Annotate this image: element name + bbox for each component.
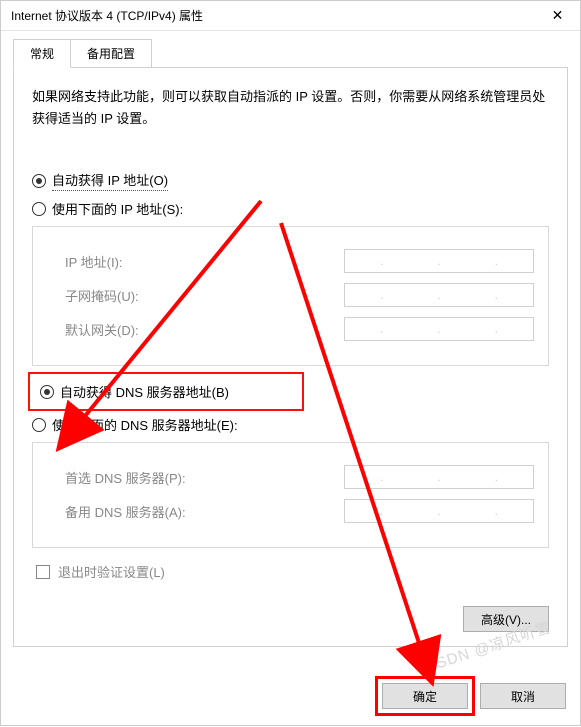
dns-fields-group: 首选 DNS 服务器(P): ... 备用 DNS 服务器(A): ... xyxy=(32,442,549,548)
tab-panel-general: 如果网络支持此功能，则可以获取自动指派的 IP 设置。否则，你需要从网络系统管理… xyxy=(13,67,568,647)
gateway-input[interactable]: ... xyxy=(344,317,534,341)
radio-auto-ip[interactable]: 自动获得 IP 地址(O) xyxy=(32,170,549,191)
radio-icon xyxy=(32,418,46,432)
radio-icon xyxy=(32,174,46,188)
close-icon: ✕ xyxy=(552,7,564,24)
radio-icon xyxy=(40,385,54,399)
field-subnet: 子网掩码(U): ... xyxy=(65,283,534,307)
close-button[interactable]: ✕ xyxy=(535,1,580,31)
radio-manual-ip[interactable]: 使用下面的 IP 地址(S): xyxy=(32,199,549,218)
tab-alternate[interactable]: 备用配置 xyxy=(70,39,152,68)
tab-general-label: 常规 xyxy=(30,47,54,61)
validate-label: 退出时验证设置(L) xyxy=(58,562,165,581)
content-area: 常规 备用配置 如果网络支持此功能，则可以获取自动指派的 IP 设置。否则，你需… xyxy=(1,31,580,725)
dialog-window: Internet 协议版本 4 (TCP/IPv4) 属性 ✕ 常规 备用配置 … xyxy=(0,0,581,726)
alternate-dns-input[interactable]: ... xyxy=(344,499,534,523)
cancel-button-label: 取消 xyxy=(511,688,535,705)
radio-manual-dns-label: 使用下面的 DNS 服务器地址(E): xyxy=(52,415,238,434)
tab-alternate-label: 备用配置 xyxy=(87,47,135,61)
field-preferred-dns: 首选 DNS 服务器(P): ... xyxy=(65,465,534,489)
ok-button-label: 确定 xyxy=(413,688,437,705)
gateway-label: 默认网关(D): xyxy=(65,320,139,339)
validate-on-exit-checkbox[interactable]: 退出时验证设置(L) xyxy=(36,562,549,581)
tab-strip: 常规 备用配置 xyxy=(13,39,568,68)
radio-icon xyxy=(32,202,46,216)
radio-auto-ip-label: 自动获得 IP 地址(O) xyxy=(52,170,168,191)
field-gateway: 默认网关(D): ... xyxy=(65,317,534,341)
alternate-dns-label: 备用 DNS 服务器(A): xyxy=(65,502,186,521)
description-text: 如果网络支持此功能，则可以获取自动指派的 IP 设置。否则，你需要从网络系统管理… xyxy=(32,86,549,130)
ip-fields-group: IP 地址(I): ... 子网掩码(U): ... 默认网关(D): ... xyxy=(32,226,549,366)
ok-button[interactable]: 确定 xyxy=(382,683,468,709)
subnet-input[interactable]: ... xyxy=(344,283,534,307)
radio-auto-dns[interactable]: 自动获得 DNS 服务器地址(B) xyxy=(32,376,300,407)
checkbox-icon xyxy=(36,565,50,579)
cancel-button[interactable]: 取消 xyxy=(480,683,566,709)
radio-auto-dns-label: 自动获得 DNS 服务器地址(B) xyxy=(60,382,229,401)
preferred-dns-label: 首选 DNS 服务器(P): xyxy=(65,468,186,487)
window-title: Internet 协议版本 4 (TCP/IPv4) 属性 xyxy=(11,7,203,24)
dialog-buttons: 确定 取消 xyxy=(382,683,566,709)
preferred-dns-input[interactable]: ... xyxy=(344,465,534,489)
titlebar: Internet 协议版本 4 (TCP/IPv4) 属性 ✕ xyxy=(1,1,580,31)
radio-manual-ip-label: 使用下面的 IP 地址(S): xyxy=(52,199,183,218)
tab-general[interactable]: 常规 xyxy=(13,39,71,68)
field-ip-address: IP 地址(I): ... xyxy=(65,249,534,273)
field-alternate-dns: 备用 DNS 服务器(A): ... xyxy=(65,499,534,523)
radio-manual-dns[interactable]: 使用下面的 DNS 服务器地址(E): xyxy=(32,415,549,434)
subnet-label: 子网掩码(U): xyxy=(65,286,139,305)
ip-address-input[interactable]: ... xyxy=(344,249,534,273)
advanced-button-label: 高级(V)... xyxy=(481,611,531,628)
advanced-button[interactable]: 高级(V)... xyxy=(463,606,549,632)
ip-address-label: IP 地址(I): xyxy=(65,252,123,271)
